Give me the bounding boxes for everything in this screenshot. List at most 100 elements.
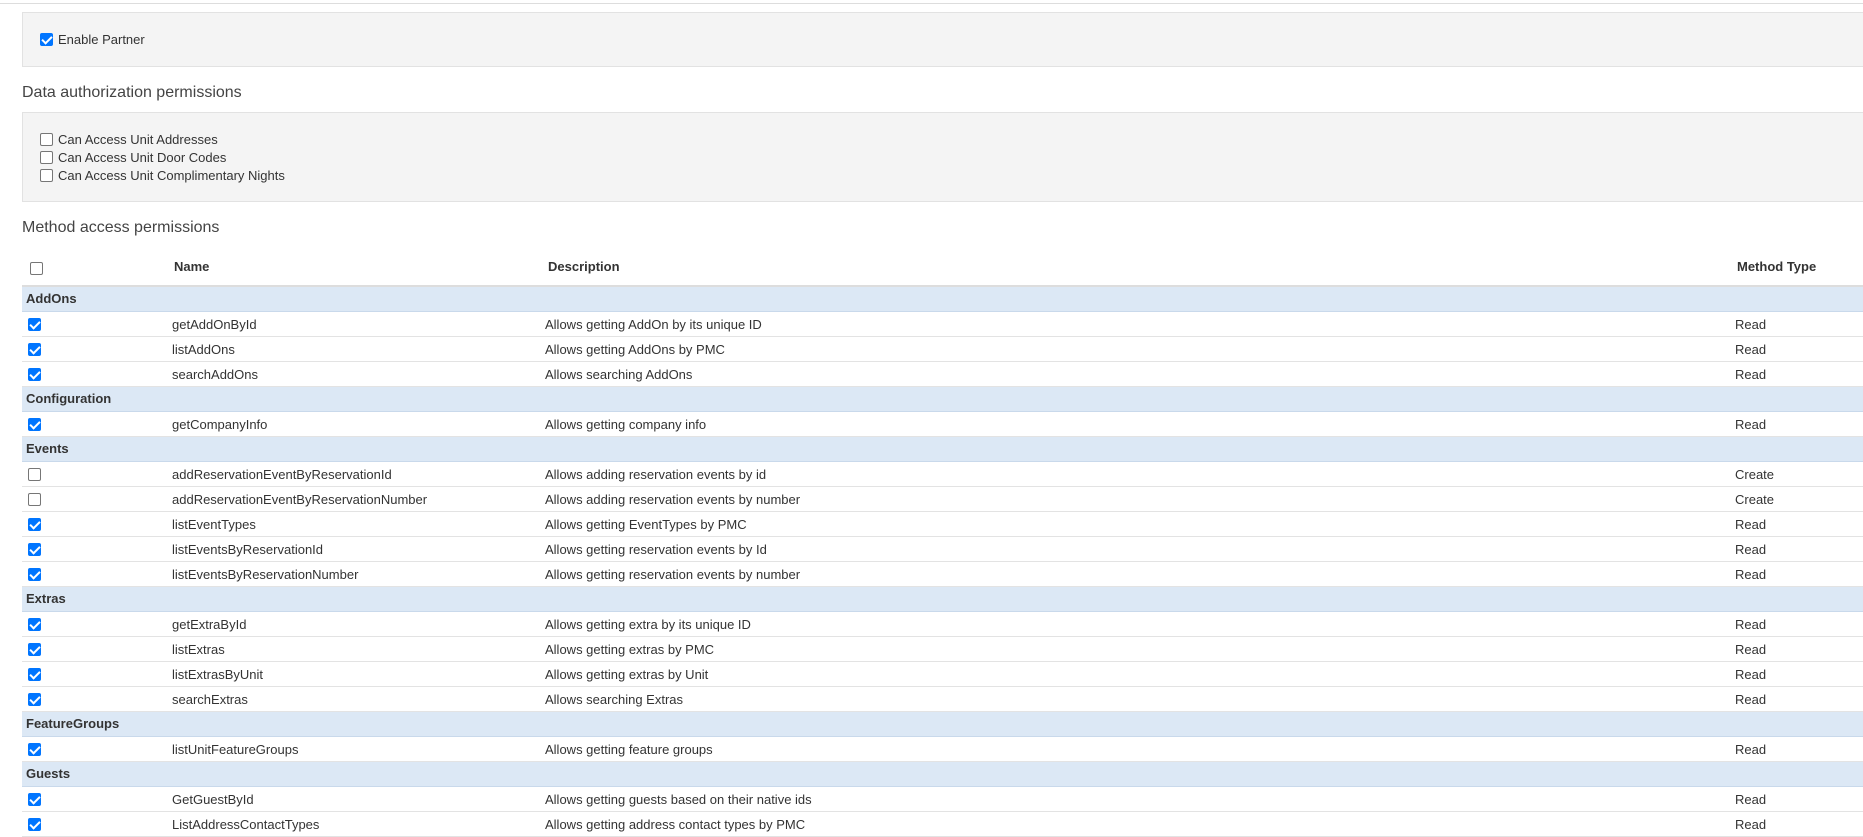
table-row: addReservationEventByReservationId Allows… <box>22 462 1863 487</box>
table-row: getCompanyInfo Allows getting company inf… <box>22 412 1863 437</box>
method-description: Allows getting address contact types by … <box>545 817 806 832</box>
table-body: AddOns getAddOnById Allows getting AddOn b… <box>22 287 1863 837</box>
enable-partner-checkbox-row[interactable]: Enable Partner <box>40 30 145 48</box>
table-row: searchExtras Allows searching Extras Read <box>22 687 1863 712</box>
group-label: FeatureGroups <box>26 716 120 731</box>
method-type: Read <box>1735 417 1767 432</box>
method-name: listEventsByReservationId <box>172 542 324 557</box>
method-name: listExtras <box>172 642 225 657</box>
column-header-description[interactable]: Description <box>548 259 620 274</box>
row-checkbox[interactable] <box>28 693 41 706</box>
method-description: Allows getting reservation events by Id <box>545 542 767 557</box>
row-checkbox-cell <box>28 743 46 759</box>
group-label: Configuration <box>26 391 112 406</box>
partner-panel <box>22 12 1863 67</box>
method-name: GetGuestById <box>172 792 254 807</box>
row-checkbox-cell <box>28 793 46 809</box>
enable-partner-label: Enable Partner <box>58 31 145 47</box>
data-auth-checkbox[interactable] <box>40 132 53 146</box>
method-name: listExtrasByUnit <box>172 667 264 682</box>
row-checkbox-cell <box>28 468 46 484</box>
row-checkbox[interactable] <box>28 618 41 631</box>
row-checkbox[interactable] <box>28 543 41 556</box>
row-checkbox-cell <box>28 668 46 684</box>
table-row: listExtras Allows getting extras by PMC Re… <box>22 637 1863 662</box>
method-name: getExtraById <box>172 617 247 632</box>
method-description: Allows getting AddOns by PMC <box>545 342 725 357</box>
row-checkbox-cell <box>28 818 46 834</box>
row-checkbox[interactable] <box>28 343 41 356</box>
table-row: listUnitFeatureGroups Allows getting feat… <box>22 737 1863 762</box>
row-checkbox[interactable] <box>28 743 41 756</box>
row-checkbox[interactable] <box>28 468 41 481</box>
row-checkbox[interactable] <box>28 518 41 531</box>
row-checkbox-cell <box>28 493 46 509</box>
method-description: Allows getting extras by Unit <box>545 667 709 682</box>
table-header: Name Description Method Type <box>22 255 1863 287</box>
method-type: Read <box>1735 792 1767 807</box>
row-checkbox[interactable] <box>28 568 41 581</box>
method-type: Read <box>1735 317 1767 332</box>
group-label: Extras <box>26 591 66 606</box>
method-type: Read <box>1735 342 1767 357</box>
row-checkbox[interactable] <box>28 418 41 431</box>
group-label: Events <box>26 441 69 456</box>
method-name: searchAddOns <box>172 367 258 382</box>
data-auth-item[interactable]: Can Access Unit Addresses <box>40 130 218 148</box>
method-name: listAddOns <box>172 342 235 357</box>
method-name: ListAddressContactTypes <box>172 817 320 832</box>
data-auth-item[interactable]: Can Access Unit Door Codes <box>40 148 226 166</box>
method-description: Allows searching Extras <box>545 692 683 707</box>
method-description: Allows getting feature groups <box>545 742 713 757</box>
method-name: listUnitFeatureGroups <box>172 742 299 757</box>
select-all-checkbox[interactable] <box>30 262 43 275</box>
method-access-title: Method access permissions <box>22 219 220 236</box>
method-type: Read <box>1735 617 1767 632</box>
row-checkbox[interactable] <box>28 643 41 656</box>
method-name: addReservationEventByReservationNumber <box>172 492 428 507</box>
row-checkbox[interactable] <box>28 368 41 381</box>
method-description: Allows getting EventTypes by PMC <box>545 517 747 532</box>
column-header-method-type[interactable]: Method Type <box>1737 259 1816 274</box>
data-auth-checkbox[interactable] <box>40 168 53 182</box>
method-name: getAddOnById <box>172 317 257 332</box>
method-description: Allows getting extra by its unique ID <box>545 617 751 632</box>
column-header-name[interactable]: Name <box>174 259 209 274</box>
group-label: AddOns <box>26 291 77 306</box>
method-type: Read <box>1735 367 1767 382</box>
row-checkbox[interactable] <box>28 493 41 506</box>
table-row: listEventsByReservationId Allows getting … <box>22 537 1863 562</box>
method-name: listEventTypes <box>172 517 256 532</box>
method-description: Allows adding reservation events by id <box>545 467 767 482</box>
table-row: listEventsByReservationNumber Allows gett… <box>22 562 1863 587</box>
row-checkbox-cell <box>28 643 46 659</box>
data-auth-label: Can Access Unit Door Codes <box>58 149 227 165</box>
enable-partner-checkbox[interactable] <box>40 32 53 46</box>
data-auth-item[interactable]: Can Access Unit Complimentary Nights <box>40 166 285 184</box>
row-checkbox[interactable] <box>28 793 41 806</box>
method-description: Allows getting company info <box>545 417 707 432</box>
group-label: Guests <box>26 766 71 781</box>
method-description: Allows getting AddOn by its unique ID <box>545 317 762 332</box>
row-checkbox-cell <box>28 543 46 559</box>
data-auth-checkbox[interactable] <box>40 150 53 164</box>
table-row: addReservationEventByReservationNumber Al… <box>22 487 1863 512</box>
data-auth-label: Can Access Unit Addresses <box>58 131 218 147</box>
row-checkbox-cell <box>28 518 46 534</box>
method-type: Create <box>1735 467 1775 482</box>
method-type: Read <box>1735 567 1767 582</box>
table-row: getExtraById Allows getting extra by its … <box>22 612 1863 637</box>
group-row: Extras <box>22 587 1863 612</box>
method-type: Read <box>1735 642 1767 657</box>
row-checkbox[interactable] <box>28 818 41 831</box>
method-type: Read <box>1735 742 1767 757</box>
row-checkbox-cell <box>28 568 46 584</box>
row-checkbox[interactable] <box>28 668 41 681</box>
table-row: listExtrasByUnit Allows getting extras by… <box>22 662 1863 687</box>
table-row: listEventTypes Allows getting EventTypes … <box>22 512 1863 537</box>
row-checkbox[interactable] <box>28 318 41 331</box>
data-authorization-title: Data authorization permissions <box>22 84 242 101</box>
data-auth-label: Can Access Unit Complimentary Nights <box>58 167 285 183</box>
row-checkbox-cell <box>28 693 46 709</box>
method-description: Allows getting extras by PMC <box>545 642 715 657</box>
